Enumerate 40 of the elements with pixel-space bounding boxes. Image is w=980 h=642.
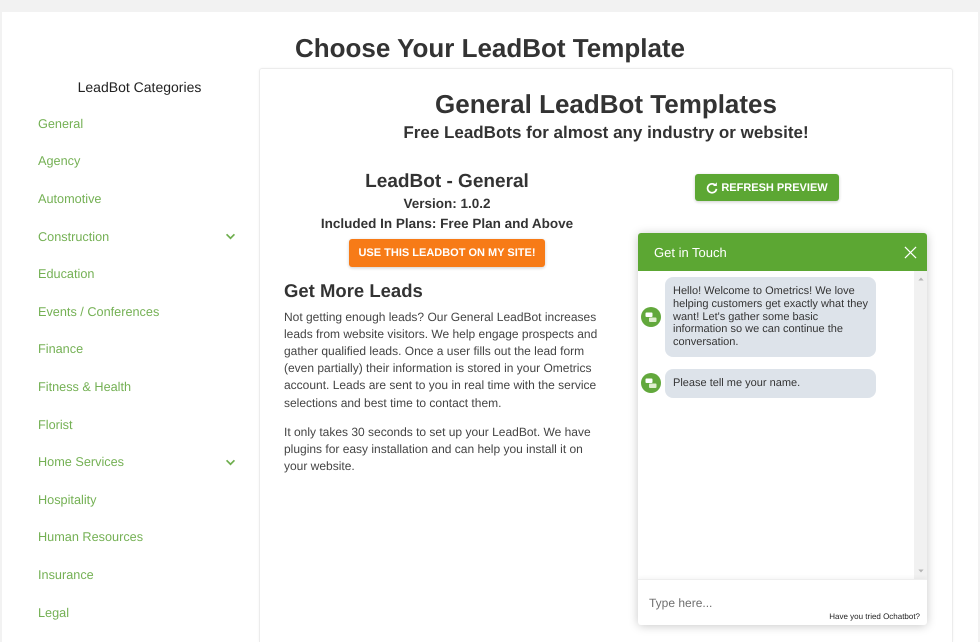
promo-link[interactable]: Have you tried Ochatbot?	[823, 612, 927, 625]
sidebar-item[interactable]: Events / Conferences	[2, 292, 259, 331]
bot-avatar-icon	[641, 373, 661, 394]
sidebar-item[interactable]: Florist	[2, 406, 259, 444]
sidebar-item[interactable]: Human Resources	[2, 518, 259, 556]
chat-title: Get in Touch	[654, 244, 727, 260]
scroll-down-arrow-icon[interactable]	[918, 569, 924, 573]
page-title: Choose Your LeadBot Template	[294, 32, 686, 63]
sidebar-item[interactable]: Automotive	[2, 180, 259, 218]
scroll-up-arrow-icon[interactable]	[918, 277, 924, 281]
scrollbar[interactable]	[914, 271, 927, 579]
sidebar-item[interactable]: Fitness & Health	[2, 368, 259, 406]
message-input-field[interactable]: Type here...	[638, 581, 824, 625]
refresh-preview-button[interactable]: REFRESH PREVIEW	[695, 174, 839, 201]
sidebar-item[interactable]: Finance	[2, 330, 259, 368]
sidebar-item[interactable]: Construction	[2, 218, 259, 256]
sidebar-item[interactable]: Insurance	[2, 556, 259, 594]
sidebar-title: LeadBot Categories	[76, 78, 202, 96]
description-heading: Get More Leads	[284, 280, 424, 302]
message-bubble: Hello! Welcome to Ometrics! We love helping customers get exactly what they want! Let's gather some basic information so we can continue the conversation.	[665, 277, 876, 357]
sidebar-item[interactable]: Education	[2, 255, 259, 293]
sidebar-item[interactable]: Legal	[2, 594, 259, 632]
bot-avatar-icon	[641, 306, 661, 327]
template-plans: Included In Plans: Free Plan and Above	[320, 215, 574, 233]
sidebar-item[interactable]: Hospitality	[2, 480, 259, 519]
message-bubble: Please tell me your name.	[665, 368, 876, 398]
sidebar-item[interactable]: Agency	[2, 142, 259, 180]
section-subheading: Free LeadBots for almost any industry or website!	[402, 122, 810, 144]
template-name: LeadBot - General	[365, 170, 529, 194]
sidebar-item[interactable]: Home Services	[2, 443, 259, 481]
sidebar-item[interactable]: General	[2, 105, 259, 143]
refresh-icon	[706, 182, 718, 194]
close-icon[interactable]	[904, 246, 917, 258]
chevron-down-icon	[225, 233, 236, 240]
description-paragraph: Not getting enough leads? Our General LeadBot increases leads from website visitors. We help engage prospects and gather qualified leads. Once a user fills out the lead form (even partially) their information is stored in your Ometrics account. Leads are sent to you in real time with the service selections and best time to contact them.	[284, 308, 598, 412]
description-paragraph: It only takes 30 seconds to set up your LeadBot. We have plugins for easy installation and can help you install it on your website.	[284, 424, 592, 476]
template-version: Version: 1.0.2	[403, 195, 491, 213]
use-leadbot-button[interactable]: USE THIS LEADBOT ON MY SITE!	[349, 239, 545, 267]
section-heading: General LeadBot Templates	[434, 89, 778, 119]
chevron-down-icon	[225, 458, 236, 466]
